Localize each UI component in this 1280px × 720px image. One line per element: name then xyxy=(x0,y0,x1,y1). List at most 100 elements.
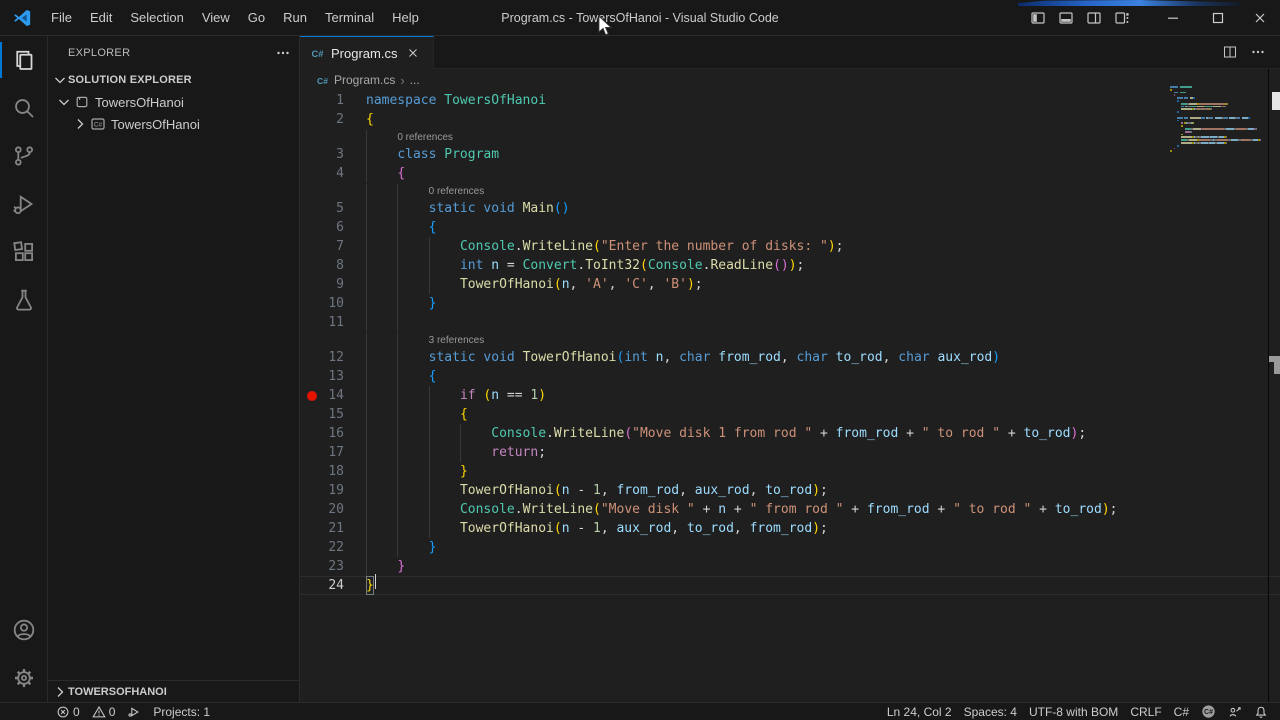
code-line-17[interactable]: 17return; xyxy=(300,443,1280,462)
indent-guide xyxy=(397,424,428,443)
codelens-reference[interactable]: 0 references xyxy=(366,183,1280,199)
menu-view[interactable]: View xyxy=(193,5,239,31)
codelens-reference[interactable]: 3 references xyxy=(366,332,1280,348)
menu-edit[interactable]: Edit xyxy=(81,5,121,31)
code-token: ToInt32 xyxy=(585,256,640,275)
code-line-4[interactable]: 4{ xyxy=(300,164,1280,183)
more-actions-icon[interactable] xyxy=(1244,36,1272,69)
tab-program-cs[interactable]: C# Program.cs xyxy=(300,36,434,69)
line-number[interactable]: 16 xyxy=(300,424,344,443)
status-encoding[interactable]: UTF-8 with BOM xyxy=(1023,703,1124,720)
status-indentation[interactable]: Spaces: 4 xyxy=(958,703,1023,720)
menu-help[interactable]: Help xyxy=(383,5,428,31)
code-line-11[interactable]: 11 xyxy=(300,313,1280,332)
line-number[interactable]: 11 xyxy=(300,313,344,332)
line-number[interactable]: 19 xyxy=(300,481,344,500)
code-line-14[interactable]: 14if (n == 1) xyxy=(300,386,1280,405)
status-feedback[interactable] xyxy=(1222,703,1248,720)
line-number[interactable]: 7 xyxy=(300,237,344,256)
line-number[interactable]: 23 xyxy=(300,557,344,576)
line-number[interactable]: 20 xyxy=(300,500,344,519)
code-line-8[interactable]: 8int n = Convert.ToInt32(Console.ReadLin… xyxy=(300,256,1280,275)
code-line-9[interactable]: 9TowerOfHanoi(n, 'A', 'C', 'B'); xyxy=(300,275,1280,294)
menu-go[interactable]: Go xyxy=(239,5,274,31)
close-button[interactable] xyxy=(1240,0,1280,36)
status-problems-errors[interactable]: 0 xyxy=(50,703,86,720)
line-number[interactable]: 15 xyxy=(300,405,344,424)
status-cursor-position[interactable]: Ln 24, Col 2 xyxy=(881,703,958,720)
codelens-reference[interactable]: 0 references xyxy=(366,129,1280,145)
code-line-13[interactable]: 13{ xyxy=(300,367,1280,386)
line-number[interactable]: 10 xyxy=(300,294,344,313)
code-line-10[interactable]: 10} xyxy=(300,294,1280,313)
code-line-15[interactable]: 15{ xyxy=(300,405,1280,424)
activity-search[interactable] xyxy=(0,84,48,132)
split-editor-icon[interactable] xyxy=(1216,36,1244,69)
code-line-7[interactable]: 7Console.WriteLine("Enter the number of … xyxy=(300,237,1280,256)
line-number[interactable]: 2 xyxy=(300,110,344,129)
vscode-logo-icon[interactable] xyxy=(12,8,32,28)
status-debug-status[interactable] xyxy=(121,703,147,720)
code-line-20[interactable]: 20Console.WriteLine("Move disk " + n + "… xyxy=(300,500,1280,519)
status-language-mode[interactable]: C# xyxy=(1168,703,1195,720)
indent-guide xyxy=(397,481,428,500)
status-csharp-project-status[interactable]: C# xyxy=(1195,703,1222,720)
code-line-2[interactable]: 2{ xyxy=(300,110,1280,129)
breakpoint-icon[interactable] xyxy=(307,391,317,401)
menu-run[interactable]: Run xyxy=(274,5,316,31)
code-line-18[interactable]: 18} xyxy=(300,462,1280,481)
activity-extensions[interactable] xyxy=(0,228,48,276)
code-line-16[interactable]: 16Console.WriteLine("Move disk 1 from ro… xyxy=(300,424,1280,443)
code-line-24[interactable]: 24} xyxy=(300,576,1280,595)
line-number[interactable]: 6 xyxy=(300,218,344,237)
line-number[interactable]: 13 xyxy=(300,367,344,386)
line-number[interactable]: 3 xyxy=(300,145,344,164)
code-line-6[interactable]: 6{ xyxy=(300,218,1280,237)
source-control-icon xyxy=(12,144,36,168)
code-line-23[interactable]: 23} xyxy=(300,557,1280,576)
account-icon xyxy=(12,618,36,642)
line-number[interactable]: 17 xyxy=(300,443,344,462)
line-number[interactable]: 21 xyxy=(300,519,344,538)
menu-terminal[interactable]: Terminal xyxy=(316,5,383,31)
code-line-22[interactable]: 22} xyxy=(300,538,1280,557)
line-number[interactable]: 5 xyxy=(300,199,344,218)
code-line-21[interactable]: 21TowerOfHanoi(n - 1, aux_rod, to_rod, f… xyxy=(300,519,1280,538)
line-number[interactable]: 22 xyxy=(300,538,344,557)
minimap[interactable] xyxy=(1170,86,1268,153)
line-number[interactable]: 8 xyxy=(300,256,344,275)
line-number[interactable]: 12 xyxy=(300,348,344,367)
activity-source-control[interactable] xyxy=(0,132,48,180)
breadcrumb-symbol[interactable]: ... xyxy=(410,73,420,87)
activity-settings[interactable] xyxy=(0,654,48,702)
tree-item-towersofhanoi[interactable]: TowersOfHanoi xyxy=(48,91,299,113)
section-solution-explorer[interactable]: SOLUTION EXPLORER xyxy=(48,69,299,91)
code-line-19[interactable]: 19TowerOfHanoi(n - 1, from_rod, aux_rod,… xyxy=(300,481,1280,500)
breadcrumb-file[interactable]: Program.cs xyxy=(334,73,395,87)
status-projects[interactable]: Projects: 1 xyxy=(147,703,216,720)
line-number[interactable]: 9 xyxy=(300,275,344,294)
csharp-file-icon: C# xyxy=(310,46,325,61)
code-editor[interactable]: 1namespace TowersOfHanoi2{0 references3c… xyxy=(300,91,1280,595)
menu-file[interactable]: File xyxy=(42,5,81,31)
code-line-3[interactable]: 3class Program xyxy=(300,145,1280,164)
menu-selection[interactable]: Selection xyxy=(121,5,192,31)
activity-testing[interactable] xyxy=(0,276,48,324)
explorer-actions-icon[interactable] xyxy=(275,45,291,61)
line-number[interactable]: 24 xyxy=(300,576,344,595)
tree-item-towersofhanoi[interactable]: C#TowersOfHanoi xyxy=(48,113,299,135)
status-eol-sequence[interactable]: CRLF xyxy=(1124,703,1167,720)
code-line-1[interactable]: 1namespace TowersOfHanoi xyxy=(300,91,1280,110)
status-notifications[interactable] xyxy=(1248,703,1274,720)
line-number[interactable]: 18 xyxy=(300,462,344,481)
activity-run-and-debug[interactable] xyxy=(0,180,48,228)
status-problems-warnings[interactable]: 0 xyxy=(86,703,122,720)
section-towersofhanoi[interactable]: TOWERSOFHANOI xyxy=(48,680,299,702)
activity-explorer[interactable] xyxy=(0,36,48,84)
line-number[interactable]: 1 xyxy=(300,91,344,110)
code-line-5[interactable]: 5static void Main() xyxy=(300,199,1280,218)
tab-close-icon[interactable] xyxy=(403,43,423,63)
code-line-12[interactable]: 12static void TowerOfHanoi(int n, char f… xyxy=(300,348,1280,367)
line-number[interactable]: 4 xyxy=(300,164,344,183)
activity-accounts[interactable] xyxy=(0,606,48,654)
